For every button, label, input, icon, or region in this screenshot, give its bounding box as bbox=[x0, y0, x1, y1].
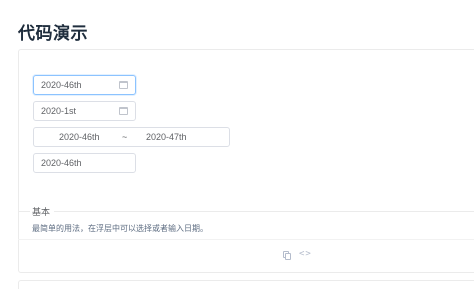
calendar-icon bbox=[119, 107, 128, 115]
meta-divider bbox=[18, 211, 474, 212]
range-end-value: 2020-47th bbox=[146, 132, 187, 142]
page-title: 代码演示 bbox=[18, 24, 88, 44]
plain-picker-value: 2020-46th bbox=[41, 158, 82, 168]
week-picker-input[interactable]: 2020-46th bbox=[33, 75, 136, 95]
quarter-picker-input[interactable]: 2020-1st bbox=[33, 101, 136, 121]
copy-icon[interactable] bbox=[283, 251, 291, 260]
range-start-value: 2020-46th bbox=[59, 132, 100, 142]
code-icon[interactable]: <> bbox=[299, 249, 312, 259]
actions-divider bbox=[18, 239, 474, 240]
week-picker-value: 2020-46th bbox=[41, 80, 82, 90]
section-description: 最简单的用法，在浮层中可以选择或者输入日期。 bbox=[32, 224, 208, 233]
quarter-picker-value: 2020-1st bbox=[41, 106, 77, 116]
week-range-picker-input[interactable]: 2020-46th ~ 2020-47th bbox=[33, 127, 230, 147]
range-separator: ~ bbox=[122, 132, 128, 142]
plain-picker-input[interactable]: 2020-46th bbox=[33, 153, 136, 173]
demo-page: 代码演示 2020-46th 2020-1st 2020-46th ~ 2020… bbox=[0, 0, 474, 289]
calendar-icon bbox=[119, 81, 128, 89]
section-title: 基本 bbox=[30, 205, 55, 218]
next-demo-card bbox=[18, 280, 474, 289]
